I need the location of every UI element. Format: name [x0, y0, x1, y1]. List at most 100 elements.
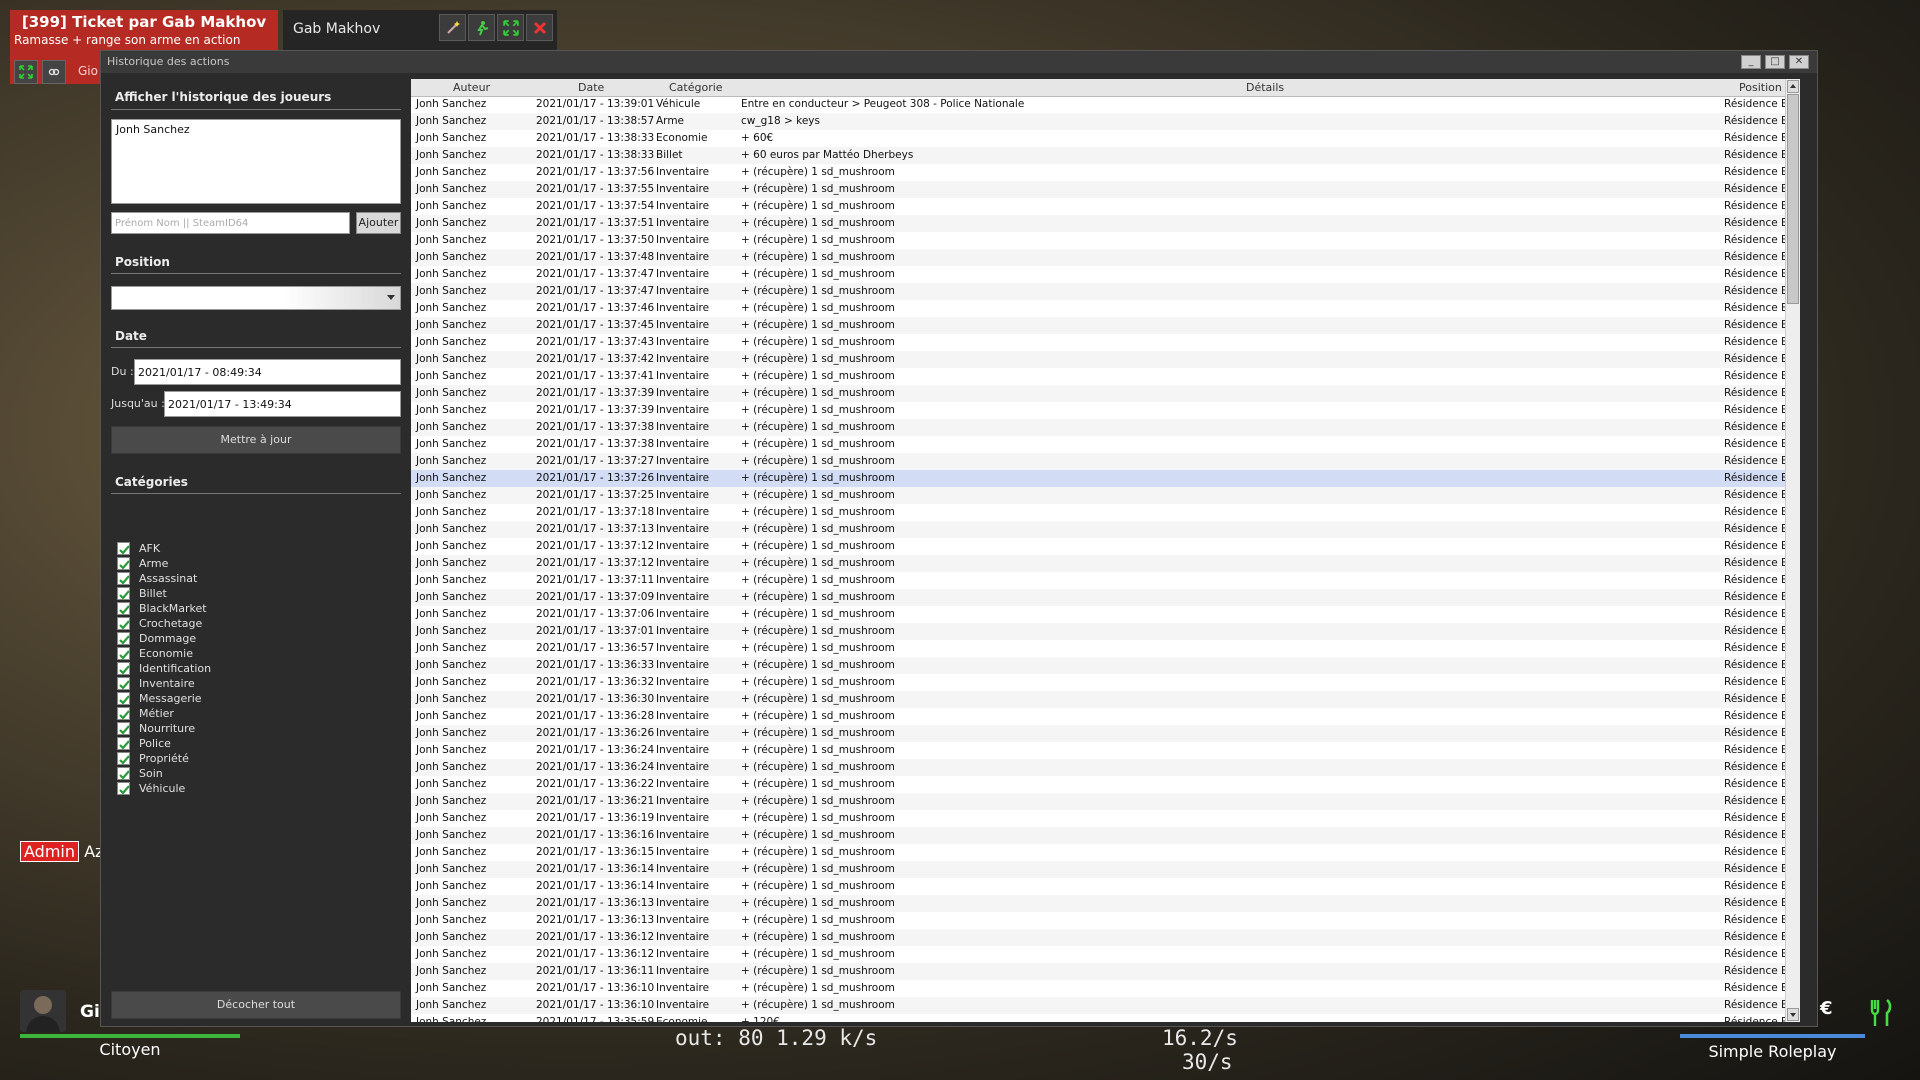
table-row[interactable]: Jonh Sanchez 2021/01/17 - 13:36:10 Inventa… — [411, 997, 1786, 1014]
table-row[interactable]: Jonh Sanchez 2021/01/17 - 13:37:45 Inventa… — [411, 317, 1786, 334]
table-row[interactable]: Jonh Sanchez 2021/01/17 - 13:36:32 Inventa… — [411, 674, 1786, 691]
category-item[interactable]: Identification — [111, 661, 401, 676]
table-row[interactable]: Jonh Sanchez 2021/01/17 - 13:37:46 Inventa… — [411, 300, 1786, 317]
table-row[interactable]: Jonh Sanchez 2021/01/17 - 13:37:25 Inventa… — [411, 487, 1786, 504]
table-row[interactable]: Jonh Sanchez 2021/01/17 - 13:37:12 Inventa… — [411, 555, 1786, 572]
table-row[interactable]: Jonh Sanchez 2021/01/17 - 13:37:11 Inventa… — [411, 572, 1786, 589]
minimize-button[interactable]: _ — [1741, 55, 1761, 69]
category-item[interactable]: Métier — [111, 706, 401, 721]
table-row[interactable]: Jonh Sanchez 2021/01/17 - 13:37:51 Inventa… — [411, 215, 1786, 232]
category-checkbox[interactable] — [117, 617, 130, 630]
table-row[interactable]: Jonh Sanchez 2021/01/17 - 13:37:26 Inventa… — [411, 470, 1786, 487]
category-item[interactable]: Dommage — [111, 631, 401, 646]
category-checkbox[interactable] — [117, 752, 130, 765]
category-item[interactable]: Police — [111, 736, 401, 751]
table-row[interactable]: Jonh Sanchez 2021/01/17 - 13:37:13 Inventa… — [411, 521, 1786, 538]
table-row[interactable]: Jonh Sanchez 2021/01/17 - 13:37:39 Inventa… — [411, 385, 1786, 402]
category-checkbox[interactable] — [117, 602, 130, 615]
column-header-position[interactable]: Position — [1739, 81, 1782, 94]
category-item[interactable]: Inventaire — [111, 676, 401, 691]
category-checkbox[interactable] — [117, 632, 130, 645]
table-row[interactable]: Jonh Sanchez 2021/01/17 - 13:38:57 Arme cw_… — [411, 113, 1786, 130]
wand-button[interactable] — [439, 14, 466, 41]
category-item[interactable]: Soin — [111, 766, 401, 781]
position-select[interactable] — [111, 286, 401, 310]
column-header-category[interactable]: Catégorie — [669, 81, 723, 94]
category-checkbox[interactable] — [117, 692, 130, 705]
table-row[interactable]: Jonh Sanchez 2021/01/17 - 13:37:47 Inventa… — [411, 283, 1786, 300]
category-item[interactable]: BlackMarket — [111, 601, 401, 616]
category-checkbox[interactable] — [117, 677, 130, 690]
date-from-input[interactable] — [134, 359, 401, 385]
teleport-button[interactable] — [468, 14, 495, 41]
category-item[interactable]: AFK — [111, 541, 401, 556]
category-checkbox[interactable] — [117, 722, 130, 735]
table-row[interactable]: Jonh Sanchez 2021/01/17 - 13:37:55 Inventa… — [411, 181, 1786, 198]
table-row[interactable]: Jonh Sanchez 2021/01/17 - 13:37:12 Inventa… — [411, 538, 1786, 555]
category-item[interactable]: Arme — [111, 556, 401, 571]
table-row[interactable]: Jonh Sanchez 2021/01/17 - 13:37:27 Inventa… — [411, 453, 1786, 470]
table-row[interactable]: Jonh Sanchez 2021/01/17 - 13:36:19 Inventa… — [411, 810, 1786, 827]
scroll-up-button[interactable] — [1787, 80, 1799, 93]
table-row[interactable]: Jonh Sanchez 2021/01/17 - 13:37:09 Inventa… — [411, 589, 1786, 606]
table-row[interactable]: Jonh Sanchez 2021/01/17 - 13:36:16 Inventa… — [411, 827, 1786, 844]
table-row[interactable]: Jonh Sanchez 2021/01/17 - 13:36:14 Inventa… — [411, 878, 1786, 895]
category-checkbox[interactable] — [117, 782, 130, 795]
table-row[interactable]: Jonh Sanchez 2021/01/17 - 13:36:24 Inventa… — [411, 742, 1786, 759]
table-row[interactable]: Jonh Sanchez 2021/01/17 - 13:37:47 Inventa… — [411, 266, 1786, 283]
category-item[interactable]: Véhicule — [111, 781, 401, 796]
player-search-input[interactable] — [111, 212, 350, 234]
scroll-down-button[interactable] — [1787, 1008, 1799, 1021]
table-row[interactable]: Jonh Sanchez 2021/01/17 - 13:36:33 Inventa… — [411, 657, 1786, 674]
table-row[interactable]: Jonh Sanchez 2021/01/17 - 13:35:59 Economi… — [411, 1014, 1786, 1022]
table-row[interactable]: Jonh Sanchez 2021/01/17 - 13:36:12 Inventa… — [411, 946, 1786, 963]
table-row[interactable]: Jonh Sanchez 2021/01/17 - 13:37:38 Inventa… — [411, 419, 1786, 436]
category-checkbox[interactable] — [117, 767, 130, 780]
table-scrollbar[interactable] — [1785, 79, 1800, 1022]
category-checkbox[interactable] — [117, 707, 130, 720]
uncheck-all-button[interactable]: Décocher tout — [111, 991, 401, 1019]
column-header-details[interactable]: Détails — [1246, 81, 1284, 94]
table-row[interactable]: Jonh Sanchez 2021/01/17 - 13:37:56 Inventa… — [411, 164, 1786, 181]
date-to-input[interactable] — [164, 391, 401, 417]
category-item[interactable]: Messagerie — [111, 691, 401, 706]
table-row[interactable]: Jonh Sanchez 2021/01/17 - 13:36:21 Inventa… — [411, 793, 1786, 810]
table-row[interactable]: Jonh Sanchez 2021/01/17 - 13:36:14 Inventa… — [411, 861, 1786, 878]
players-list[interactable]: Jonh Sanchez — [111, 119, 401, 204]
table-row[interactable]: Jonh Sanchez 2021/01/17 - 13:37:50 Inventa… — [411, 232, 1786, 249]
window-titlebar[interactable]: Historique des actions _ □ ✕ — [101, 51, 1817, 73]
table-row[interactable]: Jonh Sanchez 2021/01/17 - 13:36:28 Inventa… — [411, 708, 1786, 725]
category-item[interactable]: Propriété — [111, 751, 401, 766]
table-row[interactable]: Jonh Sanchez 2021/01/17 - 13:37:54 Inventa… — [411, 198, 1786, 215]
bring-button[interactable] — [497, 14, 524, 41]
maximize-button[interactable]: □ — [1765, 55, 1785, 69]
category-checkbox[interactable] — [117, 572, 130, 585]
category-item[interactable]: Billet — [111, 586, 401, 601]
table-row[interactable]: Jonh Sanchez 2021/01/17 - 13:36:22 Inventa… — [411, 776, 1786, 793]
close-ticket-button[interactable] — [526, 14, 553, 41]
category-item[interactable]: Economie — [111, 646, 401, 661]
table-row[interactable]: Jonh Sanchez 2021/01/17 - 13:36:11 Inventa… — [411, 963, 1786, 980]
ticket-link-button[interactable] — [42, 60, 66, 84]
column-header-date[interactable]: Date — [578, 81, 604, 94]
category-item[interactable]: Assassinat — [111, 571, 401, 586]
category-item[interactable]: Crochetage — [111, 616, 401, 631]
table-row[interactable]: Jonh Sanchez 2021/01/17 - 13:37:48 Inventa… — [411, 249, 1786, 266]
table-row[interactable]: Jonh Sanchez 2021/01/17 - 13:37:42 Inventa… — [411, 351, 1786, 368]
table-row[interactable]: Jonh Sanchez 2021/01/17 - 13:36:13 Inventa… — [411, 912, 1786, 929]
table-row[interactable]: Jonh Sanchez 2021/01/17 - 13:36:24 Inventa… — [411, 759, 1786, 776]
table-row[interactable]: Jonh Sanchez 2021/01/17 - 13:36:26 Inventa… — [411, 725, 1786, 742]
table-row[interactable]: Jonh Sanchez 2021/01/17 - 13:36:12 Inventa… — [411, 929, 1786, 946]
category-checkbox[interactable] — [117, 557, 130, 570]
table-row[interactable]: Jonh Sanchez 2021/01/17 - 13:37:18 Inventa… — [411, 504, 1786, 521]
table-row[interactable]: Jonh Sanchez 2021/01/17 - 13:38:33 Billet +… — [411, 147, 1786, 164]
table-row[interactable]: Jonh Sanchez 2021/01/17 - 13:36:15 Inventa… — [411, 844, 1786, 861]
table-row[interactable]: Jonh Sanchez 2021/01/17 - 13:37:41 Inventa… — [411, 368, 1786, 385]
player-list-item[interactable]: Jonh Sanchez — [116, 123, 190, 136]
table-row[interactable]: Jonh Sanchez 2021/01/17 - 13:37:43 Inventa… — [411, 334, 1786, 351]
table-row[interactable]: Jonh Sanchez 2021/01/17 - 13:36:10 Inventa… — [411, 980, 1786, 997]
table-row[interactable]: Jonh Sanchez 2021/01/17 - 13:37:39 Inventa… — [411, 402, 1786, 419]
column-header-author[interactable]: Auteur — [453, 81, 490, 94]
table-row[interactable]: Jonh Sanchez 2021/01/17 - 13:37:38 Inventa… — [411, 436, 1786, 453]
update-button[interactable]: Mettre à jour — [111, 426, 401, 454]
